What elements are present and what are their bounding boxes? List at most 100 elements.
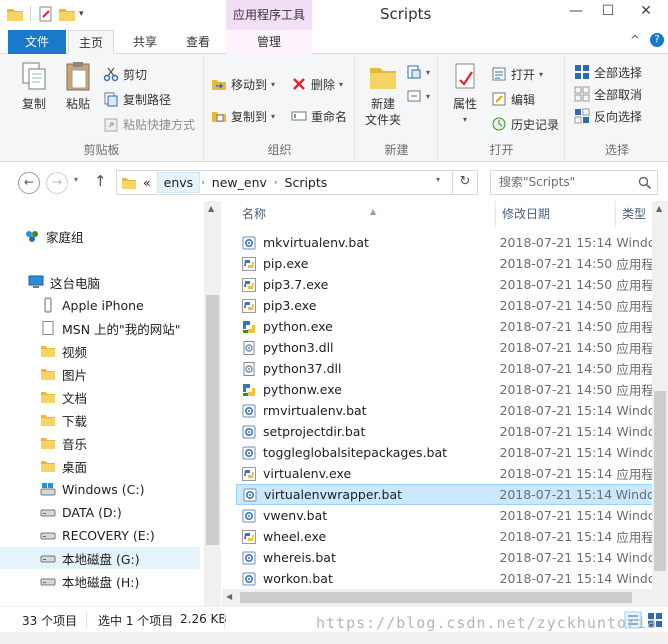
history-button[interactable]: 历史记录: [491, 114, 559, 134]
bat-file-icon: [241, 424, 257, 440]
breadcrumb-scripts[interactable]: Scripts: [279, 171, 334, 194]
minimize-button[interactable]: —: [566, 3, 586, 19]
file-hscroll-thumb[interactable]: [240, 592, 632, 603]
file-row[interactable]: vwenv.bat 2018-07-21 15:14Windows: [236, 505, 656, 526]
ribbon-collapse-icon[interactable]: ^: [630, 33, 640, 47]
recent-locations-icon[interactable]: ▾: [74, 175, 78, 184]
address-history-icon[interactable]: ▾: [436, 175, 440, 184]
up-button[interactable]: ↑: [94, 172, 107, 190]
group-organize: 移动到 ▾ 复制到 ▾ 删除 ▾ 重命名 组织: [205, 56, 355, 160]
file-row[interactable]: mkvirtualenv.bat 2018-07-21 15:14Windows: [236, 232, 656, 253]
delete-button[interactable]: 删除 ▾: [291, 74, 343, 94]
paste-shortcut-button[interactable]: 粘贴快捷方式: [103, 114, 195, 134]
rename-button[interactable]: 重命名: [291, 106, 347, 126]
help-icon[interactable]: ?: [650, 33, 664, 47]
nav-item[interactable]: 家庭组: [0, 225, 200, 247]
file-row[interactable]: python.exe 2018-07-21 14:50应用程序: [236, 316, 656, 337]
nav-item[interactable]: 本地磁盘 (G:): [0, 547, 200, 569]
maximize-button[interactable]: ☐: [598, 3, 618, 19]
file-name: python.exe: [263, 319, 333, 334]
file-type: 应用程序: [616, 341, 656, 356]
properties-button[interactable]: 属性 ▾: [447, 60, 483, 128]
close-button[interactable]: ✕: [636, 3, 656, 19]
file-row[interactable]: wheel.exe 2018-07-21 15:14应用程序: [236, 526, 656, 547]
select-none-button[interactable]: 全部取消: [574, 84, 642, 104]
nav-item[interactable]: Windows (C:): [0, 478, 200, 500]
file-row[interactable]: pythonw.exe 2018-07-21 14:50应用程序: [236, 379, 656, 400]
file-row[interactable]: pip.exe 2018-07-21 14:50应用程序: [236, 253, 656, 274]
nav-item[interactable]: 视频: [0, 340, 200, 362]
edit-label: 编辑: [511, 92, 536, 107]
tab-manage[interactable]: 管理: [226, 30, 312, 54]
scroll-up-icon[interactable]: ▲: [656, 204, 662, 213]
file-scroll-thumb[interactable]: [654, 391, 666, 571]
nav-item[interactable]: Apple iPhone: [0, 294, 200, 316]
new-folder-button[interactable]: 新建 文件夹: [360, 60, 406, 128]
breadcrumb-new-env[interactable]: new_env: [206, 171, 273, 194]
file-row[interactable]: virtualenvwrapper.bat 2018-07-21 15:14 Win…: [236, 484, 656, 505]
file-row[interactable]: pip3.7.exe 2018-07-21 14:50应用程序: [236, 274, 656, 295]
easy-access-icon: [407, 90, 421, 102]
paste-button[interactable]: 粘贴: [58, 60, 98, 112]
file-vertical-scrollbar[interactable]: ▲: [652, 201, 668, 606]
move-to-button[interactable]: 移动到 ▾: [211, 74, 275, 94]
nav-item[interactable]: 本地磁盘 (H:): [0, 570, 200, 592]
nav-item[interactable]: 图片: [0, 363, 200, 385]
nav-item[interactable]: MSN 上的"我的网站": [0, 317, 200, 339]
copy-to-button[interactable]: 复制到 ▾: [211, 106, 275, 126]
scroll-up-icon[interactable]: ▲: [208, 204, 214, 213]
search-icon[interactable]: [638, 176, 652, 190]
tab-share[interactable]: 共享: [122, 30, 168, 54]
file-row[interactable]: python37.dll 2018-07-21 14:50应用程序: [236, 358, 656, 379]
easy-access-button[interactable]: ▾: [406, 86, 430, 106]
file-row[interactable]: toggleglobalsitepackages.bat 2018-07-21 1…: [236, 442, 656, 463]
file-row[interactable]: rmvirtualenv.bat 2018-07-21 15:14Windows: [236, 400, 656, 421]
qat-customize-icon[interactable]: ▾: [79, 9, 84, 19]
copy-path-button[interactable]: 复制路径: [103, 89, 171, 109]
file-row[interactable]: pip3.exe 2018-07-21 14:50应用程序: [236, 295, 656, 316]
tab-view[interactable]: 查看: [175, 30, 221, 54]
file-row[interactable]: virtualenv.exe 2018-07-21 15:14应用程序: [236, 463, 656, 484]
copy-button[interactable]: 复制: [14, 60, 54, 112]
properties-icon[interactable]: [37, 5, 55, 23]
select-all-button[interactable]: 全部选择: [574, 62, 642, 82]
invert-selection-button[interactable]: 反向选择: [574, 106, 642, 126]
nav-item[interactable]: DATA (D:): [0, 501, 200, 523]
nav-item[interactable]: 音乐: [0, 432, 200, 454]
open-button[interactable]: 打开 ▾: [491, 64, 543, 84]
file-horizontal-scrollbar[interactable]: ◀: [222, 589, 652, 606]
search-input[interactable]: 搜索"Scripts": [490, 170, 658, 195]
column-header-type[interactable]: 类型: [616, 201, 656, 227]
file-row[interactable]: python3.dll 2018-07-21 14:50应用程序: [236, 337, 656, 358]
nav-item[interactable]: RECOVERY (E:): [0, 524, 200, 546]
file-row[interactable]: whereis.bat 2018-07-21 15:14Windows: [236, 547, 656, 568]
tab-file[interactable]: 文件: [8, 30, 66, 54]
new-item-button[interactable]: ▾: [406, 62, 430, 82]
breadcrumb-envs[interactable]: envs: [156, 172, 201, 193]
back-button[interactable]: ←: [18, 172, 40, 194]
new-folder-icon[interactable]: [58, 5, 76, 23]
address-bar[interactable]: « envs › new_env › Scripts: [116, 170, 478, 195]
nav-item[interactable]: 文档: [0, 386, 200, 408]
nav-item[interactable]: 这台电脑: [0, 271, 200, 293]
copy-to-label: 复制到: [231, 109, 268, 124]
nav-item[interactable]: 桌面: [0, 455, 200, 477]
edit-button[interactable]: 编辑: [491, 89, 535, 109]
nav-item[interactable]: 下载: [0, 409, 200, 431]
paste-shortcut-icon: [104, 118, 118, 132]
scroll-left-icon[interactable]: ◀: [226, 592, 232, 601]
forward-button[interactable]: →: [46, 172, 68, 194]
nav-scrollbar[interactable]: ▲: [204, 201, 221, 606]
column-header-date[interactable]: 修改日期: [496, 201, 616, 227]
nav-scroll-thumb[interactable]: [206, 295, 219, 545]
tab-home[interactable]: 主页: [68, 30, 114, 55]
file-row[interactable]: workon.bat 2018-07-21 15:14Windows: [236, 568, 656, 589]
file-row[interactable]: setprojectdir.bat 2018-07-21 15:14Windows: [236, 421, 656, 442]
cut-button[interactable]: 剪切: [103, 64, 147, 84]
nav-item-label: MSN 上的"我的网站": [62, 321, 181, 337]
breadcrumb-overflow[interactable]: «: [137, 171, 157, 194]
sort-ascending-icon: ▲: [370, 207, 377, 216]
bat-file-icon: [241, 445, 257, 461]
folder-icon[interactable]: [6, 5, 24, 23]
refresh-button[interactable]: ↻: [452, 170, 478, 195]
